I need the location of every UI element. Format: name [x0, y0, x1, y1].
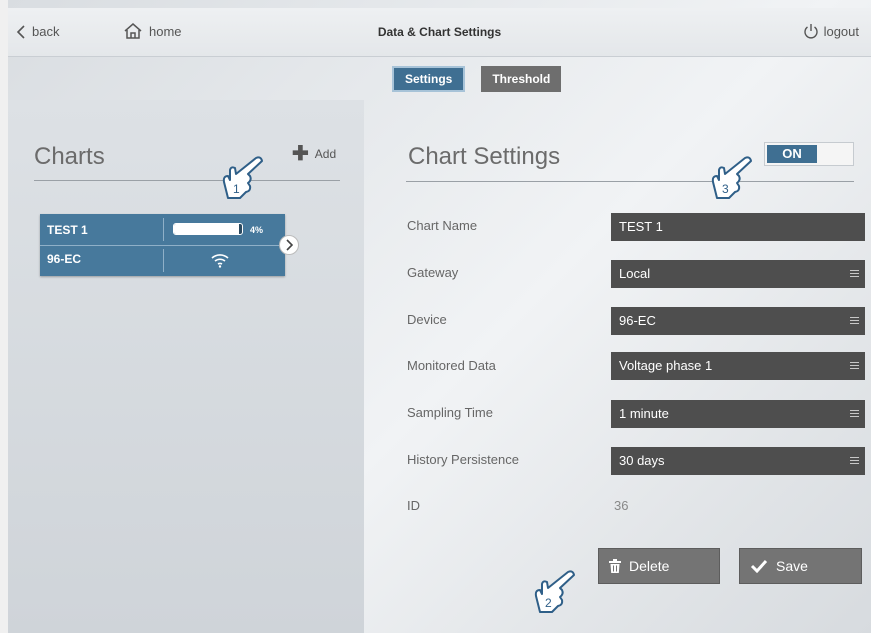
- gateway-select[interactable]: Local: [611, 260, 865, 288]
- history-persistence-select[interactable]: 30 days: [611, 447, 865, 475]
- menu-icon: [850, 270, 859, 279]
- charts-title: Charts: [34, 143, 105, 170]
- card-divider: [163, 249, 164, 272]
- tab-bar: Settings Threshold: [392, 66, 562, 92]
- chevron-right-icon: [286, 239, 293, 251]
- add-label: Add: [314, 147, 337, 161]
- pointing-hand-icon-2: 2: [534, 570, 575, 613]
- menu-icon: [850, 410, 859, 419]
- progress-fill: [174, 224, 240, 234]
- sampling-time-value: 1 minute: [619, 406, 669, 421]
- gateway-label: Gateway: [407, 265, 459, 280]
- gateway-value: Local: [619, 266, 651, 281]
- top-bar: back home Data & Chart Settings logout: [8, 8, 871, 57]
- menu-icon: [850, 317, 859, 326]
- chart-item-row-top: TEST 1 4%: [40, 214, 285, 246]
- enable-toggle[interactable]: ON: [764, 142, 854, 166]
- progress-label: 4%: [250, 225, 264, 235]
- chart-item-row-bottom: 96-EC: [40, 245, 285, 276]
- wifi-icon: [211, 254, 229, 268]
- delete-button[interactable]: Delete: [598, 548, 720, 584]
- chart-item-name: TEST 1: [47, 223, 88, 237]
- delete-label: Delete: [629, 558, 670, 574]
- menu-icon: [850, 362, 859, 371]
- chart-item-device: 96-EC: [47, 252, 82, 266]
- history-persistence-value: 30 days: [619, 453, 665, 468]
- chart-name-value: TEST 1: [619, 219, 663, 234]
- checkmark-icon: [750, 559, 768, 573]
- callout-number: 2: [545, 596, 552, 610]
- history-persistence-label: History Persistence: [407, 452, 519, 467]
- logout-label: logout: [823, 23, 859, 39]
- save-label: Save: [776, 558, 808, 574]
- monitored-data-value: Voltage phase 1: [619, 358, 713, 373]
- tab-settings[interactable]: Settings: [392, 66, 466, 92]
- callout-number: 1: [233, 182, 240, 196]
- plus-icon: ✚: [292, 143, 309, 165]
- sampling-time-label: Sampling Time: [407, 405, 493, 420]
- device-label: Device: [407, 312, 447, 327]
- tab-threshold[interactable]: Threshold: [481, 66, 562, 92]
- save-button[interactable]: Save: [739, 548, 862, 584]
- device-value: 96-EC: [619, 313, 656, 328]
- id-value: 36: [614, 498, 629, 513]
- chart-settings-title: Chart Settings: [408, 143, 561, 170]
- monitored-data-label: Monitored Data: [407, 358, 496, 373]
- chart-name-field[interactable]: TEST 1: [611, 213, 865, 241]
- chart-list-item[interactable]: TEST 1 4% 96-EC: [40, 214, 285, 276]
- chart-name-label: Chart Name: [407, 218, 478, 233]
- settings-divider: [406, 181, 854, 182]
- pointing-hand-icon-1: 1: [222, 156, 263, 199]
- open-chart-button[interactable]: [279, 235, 299, 255]
- menu-icon: [850, 457, 859, 466]
- app-frame: back home Data & Chart Settings logout S…: [0, 0, 871, 633]
- id-label: ID: [407, 498, 420, 513]
- charts-divider: [34, 180, 340, 181]
- sampling-time-select[interactable]: 1 minute: [611, 400, 865, 428]
- card-divider: [163, 218, 164, 241]
- page-title: Data & Chart Settings: [377, 25, 502, 39]
- device-select[interactable]: 96-EC: [611, 307, 865, 335]
- add-chart-button[interactable]: ✚ Add: [292, 143, 337, 165]
- logout-button[interactable]: logout: [803, 23, 859, 39]
- trash-icon: [609, 559, 621, 573]
- callout-number: 3: [722, 182, 729, 196]
- monitored-data-select[interactable]: Voltage phase 1: [611, 352, 865, 380]
- progress-bar: [173, 223, 243, 235]
- toggle-on-label: ON: [767, 145, 817, 163]
- pointing-hand-icon-3: 3: [711, 156, 752, 199]
- power-icon: [803, 24, 818, 39]
